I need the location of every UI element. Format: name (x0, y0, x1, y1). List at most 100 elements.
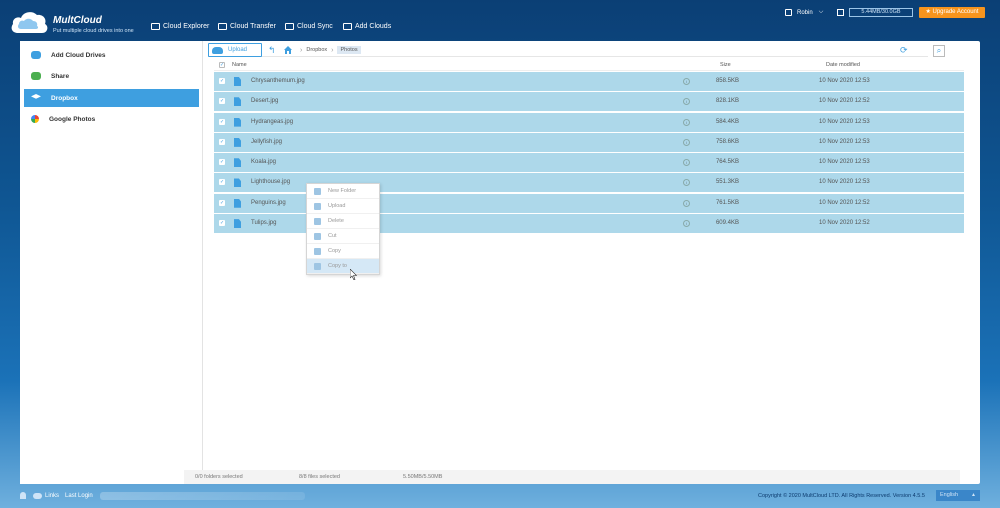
menu-item-copy-to[interactable]: Copy to (307, 259, 379, 274)
info-icon[interactable]: i (683, 138, 690, 146)
sidebar-item-share[interactable]: Share (24, 67, 199, 85)
sidebar: Add Cloud Drives Share Dropbox Google Ph… (20, 41, 203, 484)
file-size: 858.5KB (715, 78, 739, 84)
footer: Links Last Login Copyright © 2020 MultCl… (0, 486, 1000, 508)
nav-cloud-transfer[interactable]: Cloud Transfer (218, 23, 276, 30)
file-row[interactable]: ✓ Chrysanthemum.jpg i 858.5KB 10 Nov 202… (214, 72, 964, 91)
file-date: 10 Nov 2020 12:53 (819, 118, 870, 125)
table-header: ✓ Name Size Date modified (214, 61, 964, 71)
tagline: Put multiple cloud drives into one (53, 28, 134, 34)
info-icon[interactable]: i (683, 98, 690, 106)
menu-item-cut[interactable]: Cut (307, 229, 379, 244)
nav-add-clouds[interactable]: Add Clouds (343, 23, 391, 30)
brand-name: MultCloud (53, 15, 102, 26)
row-checkbox[interactable]: ✓ (219, 199, 225, 206)
breadcrumb-current[interactable]: Photos (337, 46, 361, 54)
nav-cloud-explorer[interactable]: Cloud Explorer (151, 23, 209, 30)
file-date: 10 Nov 2020 12:53 (819, 138, 870, 145)
column-header-name[interactable]: Name (232, 62, 247, 68)
image-file-icon (234, 219, 241, 229)
menu-item-new-folder[interactable]: New Folder (307, 184, 379, 199)
user-menu[interactable]: Robin ⌵ (785, 9, 823, 16)
last-login-value-redacted (100, 492, 305, 500)
mouse-cursor-icon (350, 269, 357, 280)
row-checkbox[interactable]: ✓ (219, 179, 225, 186)
storage-icon (837, 9, 844, 16)
file-row[interactable]: ✓ Hydrangeas.jpg i 584.4KB 10 Nov 2020 1… (214, 112, 964, 132)
image-file-icon (234, 97, 241, 107)
row-checkbox[interactable]: ✓ (219, 98, 225, 105)
cloud-upload-icon (212, 46, 223, 54)
select-all-checkbox[interactable]: ✓ (219, 62, 225, 68)
menu-item-label: Delete (328, 218, 344, 224)
sidebar-item-label: Dropbox (51, 94, 78, 102)
file-name: Desert.jpg (251, 98, 279, 105)
storage-quota: 5.44MB/30.0GB (849, 8, 913, 17)
file-row[interactable]: ✓ Desert.jpg i 828.1KB 10 Nov 2020 12:52 (214, 92, 964, 112)
chevron-right-icon: › (331, 46, 334, 54)
refresh-icon[interactable]: ⟳ (900, 45, 908, 56)
file-date: 10 Nov 2020 12:53 (819, 78, 870, 84)
file-name: Penguins.jpg (251, 199, 286, 206)
go-up-icon[interactable]: ↰ (268, 46, 276, 55)
info-icon[interactable]: i (683, 159, 690, 167)
upgrade-account-button[interactable]: ★ Upgrade Account (919, 7, 985, 18)
menu-item-copy[interactable]: Copy (307, 244, 379, 259)
breadcrumb-item[interactable]: Dropbox (306, 47, 327, 53)
row-checkbox[interactable]: ✓ (219, 118, 225, 125)
sidebar-item-google-photos[interactable]: Google Photos (24, 110, 199, 128)
row-checkbox[interactable]: ✓ (219, 159, 225, 166)
row-checkbox[interactable]: ✓ (219, 220, 225, 227)
dropbox-icon (31, 94, 41, 99)
file-date: 10 Nov 2020 12:52 (819, 220, 870, 227)
file-size: 758.6KB (715, 138, 739, 145)
links-link[interactable]: Links (45, 493, 59, 499)
search-button[interactable]: ⌕ (933, 45, 945, 57)
info-icon[interactable]: i (683, 179, 690, 187)
user-icon (785, 9, 792, 16)
image-file-icon (234, 158, 241, 168)
nav-cloud-sync[interactable]: Cloud Sync (285, 23, 333, 30)
sidebar-item-label: Google Photos (49, 115, 96, 123)
image-file-icon (234, 198, 241, 208)
file-size: 609.4KB (715, 220, 739, 227)
explorer-icon (151, 23, 160, 30)
row-checkbox[interactable]: ✓ (219, 78, 225, 84)
cloud-logo-icon (11, 12, 48, 33)
home-icon[interactable] (284, 46, 292, 54)
upload-button[interactable]: Upload (208, 43, 262, 57)
file-date: 10 Nov 2020 12:52 (819, 199, 870, 206)
bell-icon[interactable] (20, 492, 26, 499)
delete-icon (314, 217, 321, 225)
menu-item-label: Upload (328, 203, 346, 209)
menu-item-label: New Folder (328, 188, 357, 194)
menu-item-label: Copy (328, 248, 341, 254)
file-name: Lighthouse.jpg (251, 179, 291, 186)
sidebar-item-dropbox[interactable]: Dropbox (24, 89, 199, 107)
sync-icon (285, 23, 294, 30)
info-icon[interactable]: i (683, 78, 690, 85)
menu-item-delete[interactable]: Delete (307, 214, 379, 229)
info-icon[interactable]: i (683, 199, 690, 207)
menu-item-upload[interactable]: Upload (307, 199, 379, 214)
row-checkbox[interactable]: ✓ (219, 138, 225, 145)
file-size: 584.4KB (715, 118, 739, 125)
file-name: Hydrangeas.jpg (251, 118, 294, 125)
file-size: 764.5KB (715, 159, 739, 166)
language-select[interactable]: English ▲ (936, 490, 980, 501)
logo[interactable]: MultCloud Put multiple cloud drives into… (10, 9, 140, 37)
breadcrumb: › Dropbox › Photos (296, 46, 361, 54)
file-row[interactable]: ✓ Jellyfish.jpg i 758.6KB 10 Nov 2020 12… (214, 132, 964, 152)
cloud-icon (33, 492, 42, 499)
last-login-label: Last Login (65, 492, 93, 499)
nav-label: Cloud Sync (297, 23, 333, 30)
info-icon[interactable]: i (683, 220, 690, 228)
file-row[interactable]: ✓ Koala.jpg i 764.5KB 10 Nov 2020 12:53 (214, 153, 964, 173)
search-icon: ⌕ (936, 46, 942, 55)
toolbar: Upload ↰ › Dropbox › Photos ⟳ ⌕ (208, 43, 945, 57)
column-header-date[interactable]: Date modified (826, 62, 860, 68)
column-header-size[interactable]: Size (720, 62, 731, 68)
sidebar-item-add-cloud-drives[interactable]: Add Cloud Drives (24, 46, 199, 64)
username: Robin (797, 9, 813, 16)
info-icon[interactable]: i (683, 118, 690, 126)
